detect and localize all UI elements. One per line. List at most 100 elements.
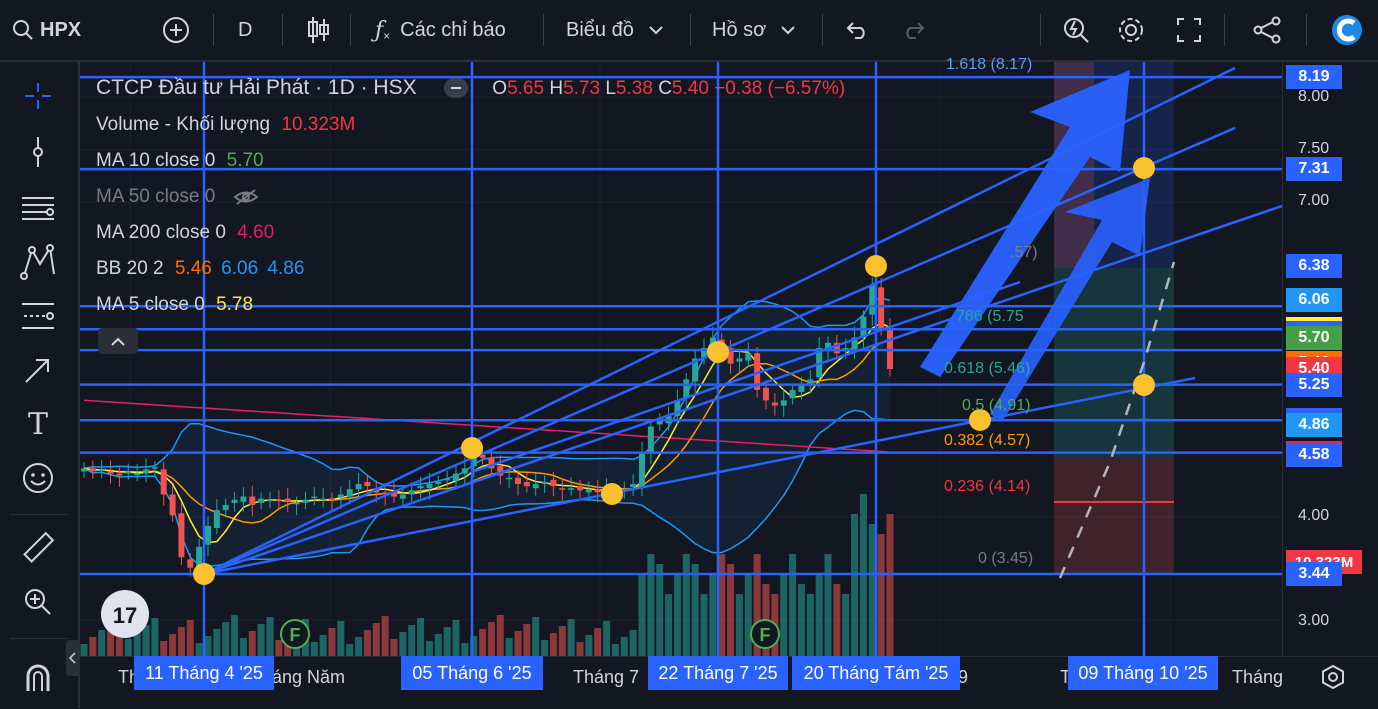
volume-bar [585, 635, 593, 656]
legend-ma10-row[interactable]: MA 10 close 0 5.70 [96, 150, 264, 172]
forecast-tool[interactable] [14, 296, 62, 336]
collapse-toolbar-button[interactable] [66, 640, 80, 676]
collapse-legend-button[interactable] [444, 78, 469, 99]
tradingview-logo: 17 [101, 590, 149, 638]
ma5-value: 5.78 [216, 294, 254, 315]
arrow-tool[interactable] [14, 350, 62, 390]
time-label: Tháng 7 [573, 667, 640, 687]
pattern-tool[interactable] [14, 242, 62, 282]
chart-settings-button[interactable] [1320, 664, 1346, 695]
fib-label: 0.5 (4.91) [962, 397, 1031, 414]
fib-label: 0.382 (4.57) [944, 432, 1031, 449]
bb-lower-value: 4.86 [267, 258, 305, 279]
fib-tool[interactable] [14, 188, 62, 228]
ma10-value: 5.70 [226, 150, 264, 171]
price-badge: 6.38 [1286, 254, 1342, 279]
ma50-label: MA 50 close 0 [96, 186, 216, 207]
chevron-down-icon [781, 26, 795, 35]
profile-menu-button[interactable]: Hồ sơ [712, 0, 796, 60]
candle-body [284, 498, 291, 502]
volume-bar [142, 625, 150, 656]
ma10-label: MA 10 close 0 [96, 150, 216, 171]
volume-bar [204, 636, 212, 656]
volume-bar [275, 640, 283, 656]
eye-off-icon[interactable] [233, 188, 259, 206]
volume-bar [337, 621, 345, 656]
volume-bar [576, 642, 584, 656]
legend-ma5-row[interactable]: MA 5 close 0 5.78 [96, 294, 253, 316]
quick-search-icon [1064, 18, 1089, 43]
volume-bar [877, 534, 885, 656]
text-tool[interactable]: T [14, 404, 62, 444]
emoji-tool[interactable] [14, 458, 62, 498]
legend-volume-row[interactable]: Volume - Khối lượng 10.323M [96, 114, 355, 136]
candle-body [311, 496, 318, 499]
legend-ma200-row[interactable]: MA 200 close 0 4.60 [96, 222, 274, 244]
drawing-toolbar: T [0, 62, 80, 708]
volume-bar [328, 628, 336, 656]
volume-bar [310, 642, 318, 656]
trend-line-tool[interactable] [14, 132, 62, 172]
chart-menu-button[interactable]: Biểu đồ [566, 0, 664, 60]
price-badge: 3.44 [1286, 561, 1342, 586]
price-tick: 8.00 [1298, 88, 1330, 105]
candle-body [577, 486, 583, 491]
volume-bar [89, 637, 97, 656]
candle-body [763, 387, 769, 401]
gear-icon [1119, 18, 1143, 42]
bb-upper-value: 6.06 [221, 258, 259, 279]
settings-button[interactable] [1116, 0, 1146, 60]
fib-label: .57) [1010, 244, 1038, 261]
interval-button[interactable]: D [238, 0, 252, 60]
magnet-tool[interactable] [14, 658, 62, 698]
volume-bar [257, 624, 265, 656]
volume-label: Volume - Khối lượng [96, 114, 271, 135]
volume-bar [797, 584, 805, 656]
volume-bar [656, 564, 664, 656]
emoji-marker [707, 341, 729, 363]
volume-bar [355, 637, 363, 656]
volume-value: 10.323M [281, 114, 356, 135]
chevron-left-icon [69, 652, 76, 664]
time-marker: 11 Tháng 4 '25 [134, 656, 274, 690]
candle-body [187, 559, 194, 568]
legend-bb-row[interactable]: BB 20 2 5.46 6.06 4.86 [96, 258, 304, 280]
fullscreen-button[interactable] [1176, 0, 1202, 60]
compare-button[interactable] [162, 0, 190, 60]
divider [282, 14, 283, 46]
symbol-search[interactable]: HPX [12, 0, 81, 60]
redo-button[interactable] [902, 0, 926, 60]
close-value: 5.40 [671, 78, 709, 99]
legend-ma50-row[interactable]: MA 50 close 0 [96, 186, 259, 208]
divider [1224, 14, 1225, 46]
collapse-indicators-button[interactable] [98, 328, 138, 354]
volume-bar [780, 574, 788, 656]
candle-body [656, 421, 663, 425]
share-button[interactable] [1252, 0, 1282, 60]
candle-body [647, 426, 654, 453]
chart-type-button[interactable] [305, 0, 331, 60]
zoom-tool[interactable] [14, 582, 62, 622]
high-value: 5.73 [563, 78, 601, 99]
undo-button[interactable] [845, 0, 869, 60]
volume-bar [248, 631, 256, 656]
divider [690, 14, 691, 46]
ruler-tool[interactable] [14, 528, 62, 568]
app-logo[interactable] [1330, 0, 1364, 60]
volume-bar [682, 554, 690, 656]
low-label: L [605, 78, 616, 99]
toolbar-divider [10, 514, 68, 515]
price-badge: 8.19 [1286, 65, 1342, 90]
price-badge: 7.31 [1286, 157, 1342, 182]
volume-bar [169, 634, 177, 656]
volume-bar [186, 620, 194, 656]
crosshair-tool[interactable] [14, 76, 62, 116]
fx-icon-sub: × [383, 29, 391, 43]
indicators-button[interactable]: ƒ × Các chỉ báo [375, 0, 506, 60]
alert-button[interactable] [1062, 0, 1090, 60]
candle-body [116, 473, 123, 476]
volume-bar [399, 632, 407, 656]
candle-body [240, 496, 247, 502]
volume-bar [691, 564, 699, 656]
volume-bar [700, 594, 708, 656]
